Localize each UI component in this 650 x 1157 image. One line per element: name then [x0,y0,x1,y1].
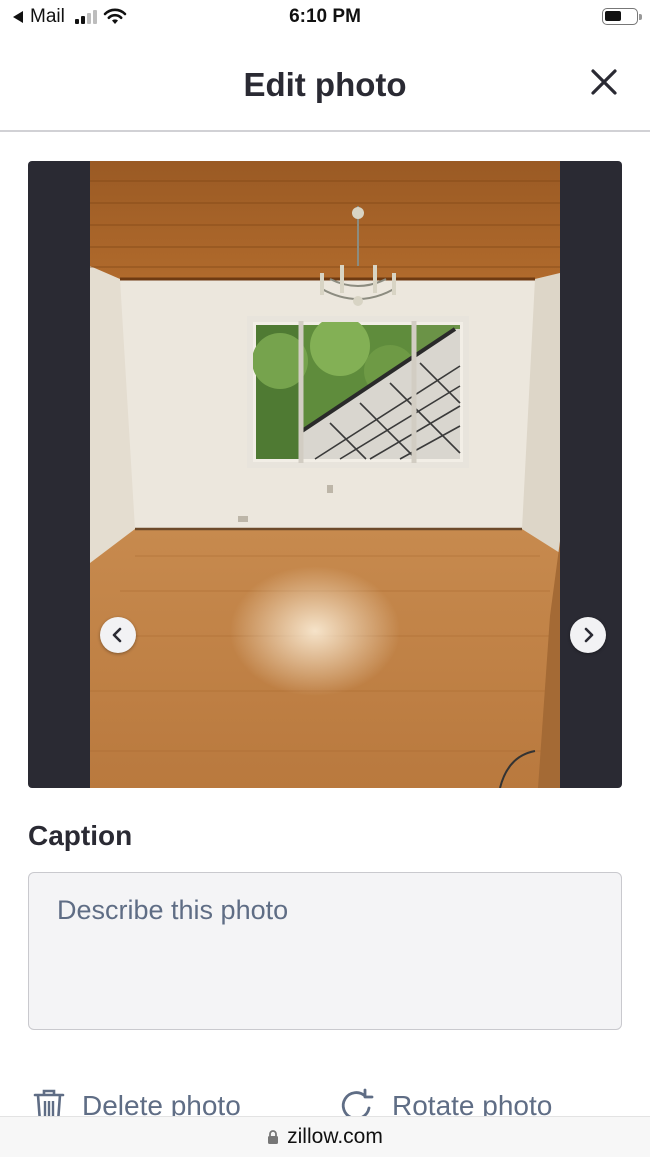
browser-url-bar[interactable]: zillow.com [0,1116,650,1157]
room-photo [90,161,560,788]
header: Edit photo [0,36,650,132]
previous-photo-button[interactable] [100,617,136,653]
next-photo-button[interactable] [570,617,606,653]
battery-icon [602,8,642,25]
chevron-left-icon [112,627,122,643]
url-text: zillow.com [287,1125,383,1148]
photo-viewer [28,161,622,788]
lock-icon [268,1129,279,1144]
chevron-right-icon [584,627,594,643]
status-bar: Mail 6:10 PM [0,0,650,36]
caption-label: Caption [28,820,133,851]
status-time: 6:10 PM [289,6,361,27]
caption-input[interactable] [28,872,622,1030]
close-button[interactable] [588,66,620,98]
close-icon [591,69,617,95]
page-title: Edit photo [243,66,407,103]
